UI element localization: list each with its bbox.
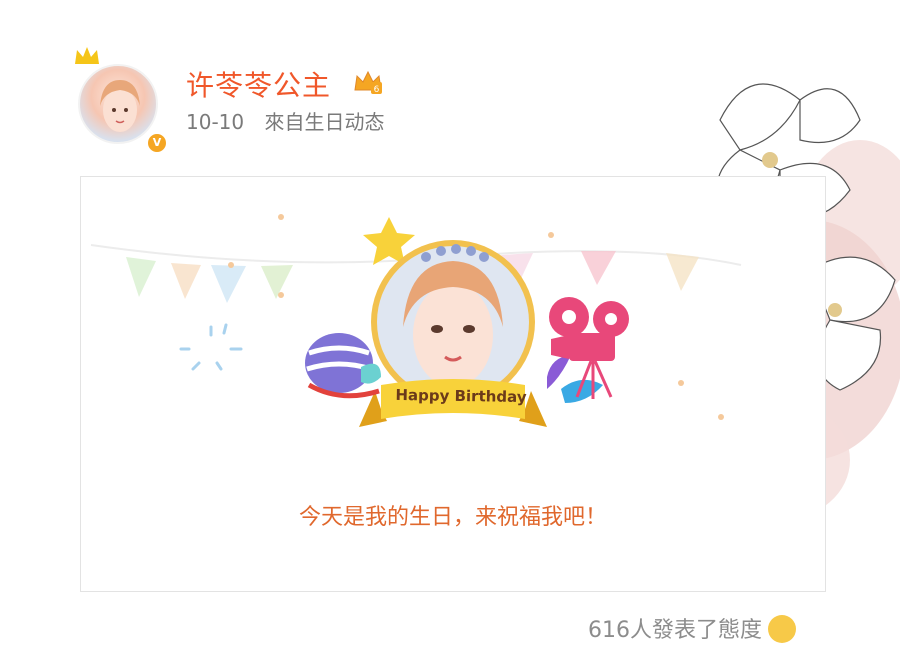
birthday-wish-text: 今天是我的生日，来祝福我吧！ [298, 505, 607, 530]
post-meta: 10-10 來自生日动态 [186, 106, 398, 135]
avatar-image [78, 64, 158, 144]
post-header: V 许苓苓公主 6 10-10 來自生日动态 [75, 38, 538, 154]
user-avatar[interactable]: V [75, 47, 168, 154]
birthday-illustration [90, 214, 742, 427]
reaction-count-text: 616人發表了態度 [588, 618, 762, 643]
post-source[interactable]: 來自生日动态 [264, 110, 384, 134]
birthday-card[interactable]: Happy Birthday 今天是我的生日，来祝福我吧！ [80, 176, 826, 592]
crown-icon [75, 47, 99, 64]
grinning-face-icon [768, 615, 796, 643]
verified-v-icon: V [146, 132, 168, 154]
svg-text:6: 6 [374, 85, 380, 95]
post-date: 10-10 [186, 110, 245, 134]
username[interactable]: 许苓苓公主 [186, 64, 331, 104]
happy-birthday-banner: Happy Birthday [395, 385, 527, 407]
crown-level-badge-icon[interactable]: 6 [352, 68, 384, 96]
reaction-summary[interactable]: 616人發表了態度 [588, 612, 796, 645]
